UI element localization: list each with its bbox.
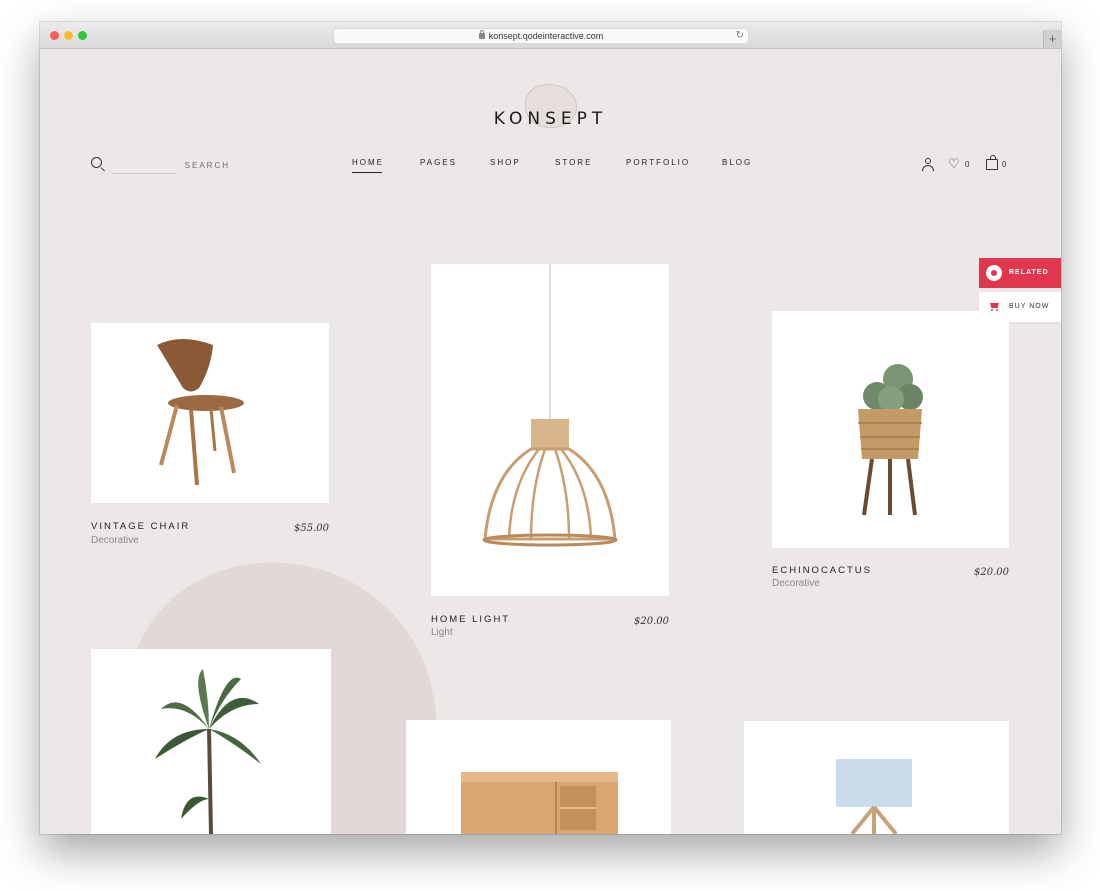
zoom-window-button[interactable]	[78, 31, 87, 40]
user-icon[interactable]	[922, 158, 934, 171]
cactus-image[interactable]	[772, 311, 1009, 548]
product-price: $20.00	[634, 616, 669, 627]
product-category[interactable]: Light	[431, 627, 453, 638]
pendant-lamp-image[interactable]	[431, 264, 669, 596]
shopping-bag-icon[interactable]	[986, 155, 998, 170]
search-box	[90, 157, 230, 177]
product-card-table-lamp[interactable]	[744, 721, 1009, 834]
product-card-vintage-chair[interactable]: VINTAGE CHAIR Decorative $55.00	[91, 323, 329, 553]
product-name[interactable]: ECHINOCACTUS	[772, 565, 872, 576]
product-category[interactable]: Decorative	[91, 535, 139, 546]
lock-icon	[478, 30, 485, 39]
wishlist-count: 0	[965, 160, 970, 169]
product-price: $20.00	[974, 567, 1009, 578]
new-tab-button[interactable]: +	[1043, 30, 1061, 48]
product-name[interactable]: HOME LIGHT	[431, 614, 510, 625]
nav-home[interactable]: HOME	[352, 158, 384, 173]
wooden-cabinet-image[interactable]	[406, 720, 671, 834]
table-lamp-image[interactable]	[744, 721, 1009, 834]
nav-blog[interactable]: BLOG	[722, 158, 752, 167]
minimize-window-button[interactable]	[64, 31, 73, 40]
close-window-button[interactable]	[50, 31, 59, 40]
product-card-cabinet[interactable]	[406, 720, 671, 834]
search-icon[interactable]	[91, 157, 102, 168]
product-card-home-light[interactable]: HOME LIGHT Light $20.00	[431, 264, 669, 644]
related-label: RELATED	[1009, 269, 1049, 276]
nav-store[interactable]: STORE	[555, 158, 592, 167]
heart-icon[interactable]: ♡	[948, 157, 960, 171]
nav-portfolio[interactable]: PORTFOLIO	[626, 158, 690, 167]
search-input[interactable]	[112, 158, 230, 172]
cart-icon	[988, 302, 999, 311]
address-bar[interactable]: konsept.qodeinteractive.com ↻	[333, 28, 749, 44]
browser-titlebar: konsept.qodeinteractive.com ↻ +	[40, 22, 1061, 49]
nav-pages[interactable]: PAGES	[420, 158, 457, 167]
palm-plant-image[interactable]	[91, 649, 331, 834]
nav-shop[interactable]: SHOP	[490, 158, 521, 167]
browser-window: konsept.qodeinteractive.com ↻ + KONSEPT …	[40, 22, 1061, 834]
buy-now-label: BUY NOW	[1009, 303, 1050, 310]
related-button[interactable]: RELATED	[979, 258, 1061, 288]
chair-image[interactable]	[91, 323, 329, 503]
search-underline	[112, 173, 176, 174]
target-icon	[986, 265, 1002, 281]
product-name[interactable]: VINTAGE CHAIR	[91, 521, 190, 532]
product-card-palm[interactable]	[91, 649, 331, 834]
header-icons: ♡ 0 0	[920, 155, 1020, 173]
product-card-echinocactus[interactable]: ECHINOCACTUS Decorative $20.00	[772, 311, 1009, 597]
product-category[interactable]: Decorative	[772, 578, 820, 589]
cart-count: 0	[1002, 160, 1007, 169]
product-price: $55.00	[294, 523, 329, 534]
url-text: konsept.qodeinteractive.com	[488, 31, 604, 41]
page-content: KONSEPT HOME PAGES SHOP STORE PORTFOLIO …	[40, 49, 1061, 834]
reload-icon[interactable]: ↻	[736, 29, 744, 43]
site-logo[interactable]: KONSEPT	[40, 109, 1061, 129]
